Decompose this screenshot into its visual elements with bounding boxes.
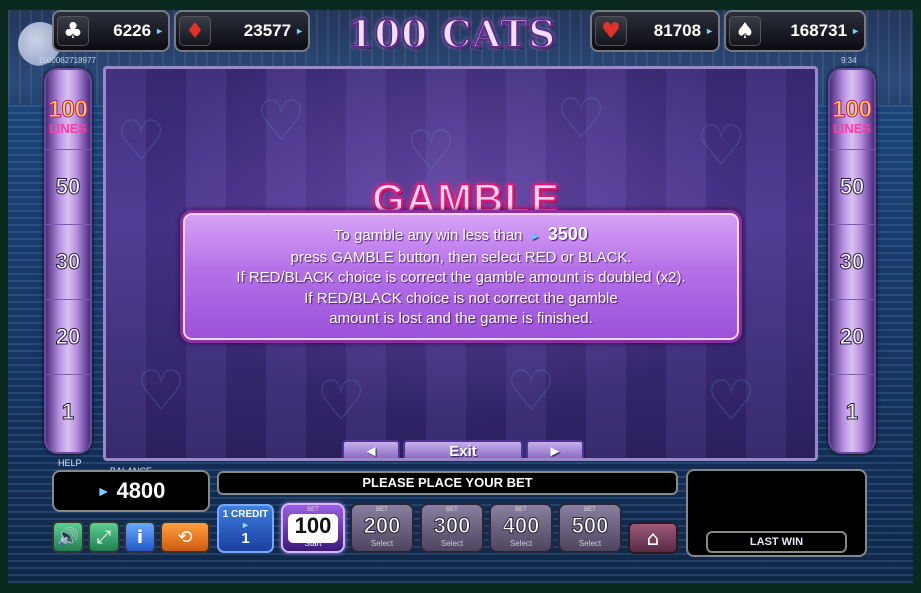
bet-sub-label: Select <box>578 539 602 548</box>
gamble-line-1: To gamble any win less than ► 3500 <box>183 224 739 248</box>
bet-button-400[interactable]: BET 400 Select <box>489 503 553 553</box>
gem-icon: ► <box>241 520 250 530</box>
heart-decoration: ♡ <box>256 89 307 154</box>
bet-value: 100 <box>294 513 332 538</box>
gamble-info-box: To gamble any win less than ► 3500 press… <box>180 210 742 343</box>
gamble-line-1-text: To gamble any win less than <box>334 227 523 244</box>
bet-sub-label: Select <box>370 539 394 548</box>
lines-option-1[interactable]: 1 <box>830 374 874 448</box>
lines-option-30[interactable]: 30 <box>46 224 90 298</box>
bet-value: 200 <box>363 513 401 539</box>
heart-decoration: ♡ <box>706 369 757 434</box>
gamble-line-4: If RED/BLACK choice is not correct the g… <box>304 289 618 307</box>
lines-max-button[interactable]: 100 LINES <box>830 96 874 136</box>
gem-icon: ► <box>851 26 860 36</box>
lines-option-50[interactable]: 50 <box>46 149 90 223</box>
lines-max-value: 100 <box>831 96 873 123</box>
jackpot-clubs: ♣ 6226 ► <box>52 10 170 52</box>
bet-button-100[interactable]: BET 100 Start <box>281 503 345 553</box>
status-message: PLEASE PLACE YOUR BET <box>217 471 678 495</box>
exit-button[interactable]: Exit <box>403 440 523 458</box>
gamble-limit-value: 3500 <box>547 224 588 244</box>
lines-label: LINES <box>48 121 88 136</box>
credit-selector[interactable]: 1 CREDIT ► 1 <box>217 504 274 553</box>
jackpot-spades: ♠ 168731 ► <box>724 10 866 52</box>
diamonds-icon: ♦ <box>179 16 211 46</box>
lines-max-button[interactable]: 100 LINES <box>46 96 90 136</box>
info-icon[interactable]: i <box>124 521 156 553</box>
bet-value: 400 <box>502 513 540 539</box>
gem-icon: ► <box>295 26 304 36</box>
bet-value: 500 <box>571 513 609 539</box>
balance-display: ► 4800 <box>52 470 210 512</box>
gamble-line-3: If RED/BLACK choice is correct the gambl… <box>236 269 686 286</box>
last-win-display: LAST WIN <box>686 469 867 557</box>
help-label: HELP <box>58 458 82 468</box>
help-panel: ♡ ♡ ♡ ♡ ♡ ♡ ♡ ♡ ♡ GAMBLE To gamble any w… <box>103 66 818 461</box>
prev-page-button[interactable]: ◄ <box>342 440 400 458</box>
gem-icon: ► <box>96 483 111 499</box>
lines-option-20[interactable]: 20 <box>46 299 90 373</box>
jackpot-diamonds-value: 23577 <box>243 21 292 40</box>
bet-sub-label: Start <box>304 539 322 548</box>
lines-option-50[interactable]: 50 <box>830 149 874 223</box>
speaker-icon[interactable]: 🔊 <box>52 521 84 553</box>
gamble-line-2: press GAMBLE button, then select RED or … <box>290 248 632 266</box>
lines-max-value: 100 <box>47 96 89 123</box>
bet-button-500[interactable]: BET 500 Select <box>558 503 622 553</box>
heart-decoration: ♡ <box>116 109 167 174</box>
gamble-line-5: amount is lost and the game is finished. <box>329 310 593 327</box>
jackpot-hearts: ♥ 81708 ► <box>590 10 720 52</box>
lines-column-right: 100 LINES 50 30 20 1 <box>828 68 876 454</box>
lines-label: LINES <box>832 121 872 136</box>
lines-column-left: 100 LINES 50 30 20 1 <box>44 68 92 454</box>
session-id: 1500062718977 <box>38 56 96 65</box>
bet-button-200[interactable]: BET 200 Select <box>350 503 414 553</box>
lines-option-1[interactable]: 1 <box>46 374 90 448</box>
bet-value: 300 <box>433 513 471 539</box>
jackpot-diamonds: ♦ 23577 ► <box>174 10 310 52</box>
heart-decoration: ♡ <box>556 87 607 152</box>
lines-option-30[interactable]: 30 <box>830 224 874 298</box>
gem-icon: ► <box>526 231 544 243</box>
heart-decoration: ♡ <box>696 114 747 179</box>
clubs-icon: ♣ <box>57 16 89 46</box>
bet-button-300[interactable]: BET 300 Select <box>420 503 484 553</box>
heart-decoration: ♡ <box>506 359 557 424</box>
lines-option-20[interactable]: 20 <box>830 299 874 373</box>
heart-decoration: ♡ <box>136 359 187 424</box>
gem-icon: ► <box>705 26 714 36</box>
balance-value: 4800 <box>116 478 166 503</box>
fullscreen-icon[interactable]: ⤢ <box>88 521 120 553</box>
last-win-label: LAST WIN <box>706 531 847 553</box>
clock: 9:34 <box>841 56 857 65</box>
bet-sub-label: Select <box>440 539 464 548</box>
next-page-button[interactable]: ► <box>526 440 584 458</box>
hearts-icon: ♥ <box>595 16 627 46</box>
heart-decoration: ♡ <box>316 369 367 434</box>
home-icon[interactable]: ⌂ <box>628 522 678 554</box>
jackpot-clubs-value: 6226 <box>113 21 152 40</box>
credit-label: 1 CREDIT <box>222 509 269 520</box>
credit-value: 1 <box>241 530 250 547</box>
game-title-logo: 100 CATS <box>347 11 557 57</box>
bet-sub-label: Select <box>509 539 533 548</box>
gem-icon: ► <box>155 26 164 36</box>
spades-icon: ♠ <box>729 16 761 46</box>
jackpot-hearts-value: 81708 <box>653 21 702 40</box>
autoplay-icon[interactable]: ⟲ <box>160 521 210 553</box>
jackpot-spades-value: 168731 <box>790 21 848 40</box>
